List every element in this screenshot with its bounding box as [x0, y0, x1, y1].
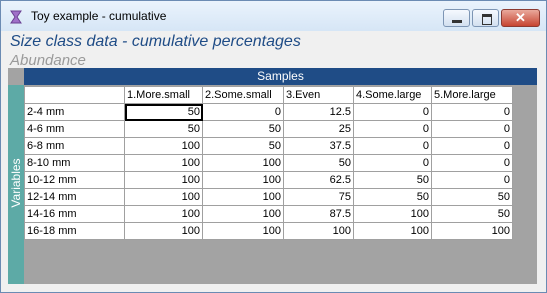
variables-header: Variables — [8, 85, 24, 284]
table-cell[interactable]: 100 — [124, 154, 203, 172]
row-header[interactable]: 8-10 mm — [24, 154, 125, 172]
table-cell[interactable]: 50 — [431, 205, 513, 223]
table-cell[interactable]: 0 — [353, 154, 432, 172]
table-cell[interactable]: 100 — [202, 154, 284, 172]
column-header[interactable]: 4.Some.large — [353, 86, 432, 104]
table-cell[interactable]: 0 — [202, 103, 284, 121]
table-cell[interactable]: 50 — [353, 171, 432, 189]
column-header-row: 1.More.small 2.Some.small 3.Even 4.Some.… — [24, 86, 513, 104]
table-cell[interactable]: 50 — [353, 188, 432, 206]
row-header[interactable]: 16-18 mm — [24, 222, 125, 240]
column-header[interactable]: 1.More.small — [124, 86, 203, 104]
title-bar[interactable]: Toy example - cumulative ✕ — [1, 1, 546, 31]
page-title: Size class data - cumulative percentages — [10, 33, 301, 50]
row-header[interactable]: 10-12 mm — [24, 171, 125, 189]
table-cell[interactable]: 25 — [283, 120, 354, 138]
table-cell[interactable]: 0 — [431, 103, 513, 121]
table-cell[interactable]: 100 — [431, 222, 513, 240]
minimize-button[interactable] — [443, 9, 470, 27]
table-cell[interactable]: 0 — [431, 137, 513, 155]
table-row: 10-12 mm 100 100 62.5 50 0 — [24, 171, 513, 189]
table-cell[interactable]: 50 — [283, 154, 354, 172]
table-cell[interactable]: 50 — [124, 103, 203, 121]
table-row: 2-4 mm 50 0 12.5 0 0 — [24, 103, 513, 121]
table-cell[interactable]: 0 — [353, 137, 432, 155]
table-cell[interactable]: 100 — [353, 205, 432, 223]
table-cell[interactable]: 0 — [353, 120, 432, 138]
table-cell[interactable]: 0 — [431, 154, 513, 172]
table-cell[interactable]: 100 — [202, 205, 284, 223]
table-cell[interactable]: 50 — [124, 120, 203, 138]
column-header[interactable]: 2.Some.small — [202, 86, 284, 104]
window-title: Toy example - cumulative — [31, 9, 167, 23]
table-row: 12-14 mm 100 100 75 50 50 — [24, 188, 513, 206]
close-button[interactable]: ✕ — [501, 9, 540, 27]
table-cell[interactable]: 87.5 — [283, 205, 354, 223]
table-row: 14-16 mm 100 100 87.5 100 50 — [24, 205, 513, 223]
maximize-button[interactable] — [472, 9, 499, 27]
table-cell[interactable]: 100 — [124, 222, 203, 240]
table-cell[interactable]: 50 — [431, 188, 513, 206]
row-header[interactable]: 12-14 mm — [24, 188, 125, 206]
table-row: 4-6 mm 50 50 25 0 0 — [24, 120, 513, 138]
table-cell[interactable]: 100 — [202, 171, 284, 189]
column-header[interactable]: 5.More.large — [431, 86, 513, 104]
row-header[interactable]: 14-16 mm — [24, 205, 125, 223]
table-cell[interactable]: 50 — [202, 120, 284, 138]
variables-label: Variables — [9, 158, 23, 208]
table-row: 6-8 mm 100 50 37.5 0 0 — [24, 137, 513, 155]
table-cell[interactable]: 50 — [202, 137, 284, 155]
row-header[interactable]: 4-6 mm — [24, 120, 125, 138]
table-cell[interactable]: 100 — [202, 222, 284, 240]
table-row: 8-10 mm 100 100 50 0 0 — [24, 154, 513, 172]
table-cell[interactable]: 100 — [124, 205, 203, 223]
close-icon: ✕ — [515, 10, 526, 25]
samples-header: Samples — [24, 68, 537, 85]
data-grid: 1.More.small 2.Some.small 3.Even 4.Some.… — [24, 86, 513, 240]
table-cell[interactable]: 100 — [124, 188, 203, 206]
column-header[interactable]: 3.Even — [283, 86, 354, 104]
table-cell[interactable]: 75 — [283, 188, 354, 206]
table-row: 16-18 mm 100 100 100 100 100 — [24, 222, 513, 240]
table-cell[interactable]: 100 — [124, 137, 203, 155]
minimize-icon — [452, 20, 462, 23]
grid-corner — [24, 86, 125, 104]
table-cell[interactable]: 100 — [353, 222, 432, 240]
hourglass-icon — [10, 10, 22, 24]
table-cell[interactable]: 0 — [353, 103, 432, 121]
table-cell[interactable]: 0 — [431, 171, 513, 189]
table-cell[interactable]: 12.5 — [283, 103, 354, 121]
table-cell[interactable]: 100 — [202, 188, 284, 206]
table-cell[interactable]: 37.5 — [283, 137, 354, 155]
row-header[interactable]: 2-4 mm — [24, 103, 125, 121]
page-subtitle: Abundance — [10, 52, 86, 69]
table-cell[interactable]: 100 — [124, 171, 203, 189]
table-cell[interactable]: 62.5 — [283, 171, 354, 189]
maximize-icon — [482, 14, 492, 25]
table-cell[interactable]: 0 — [431, 120, 513, 138]
row-header[interactable]: 6-8 mm — [24, 137, 125, 155]
table-cell[interactable]: 100 — [283, 222, 354, 240]
